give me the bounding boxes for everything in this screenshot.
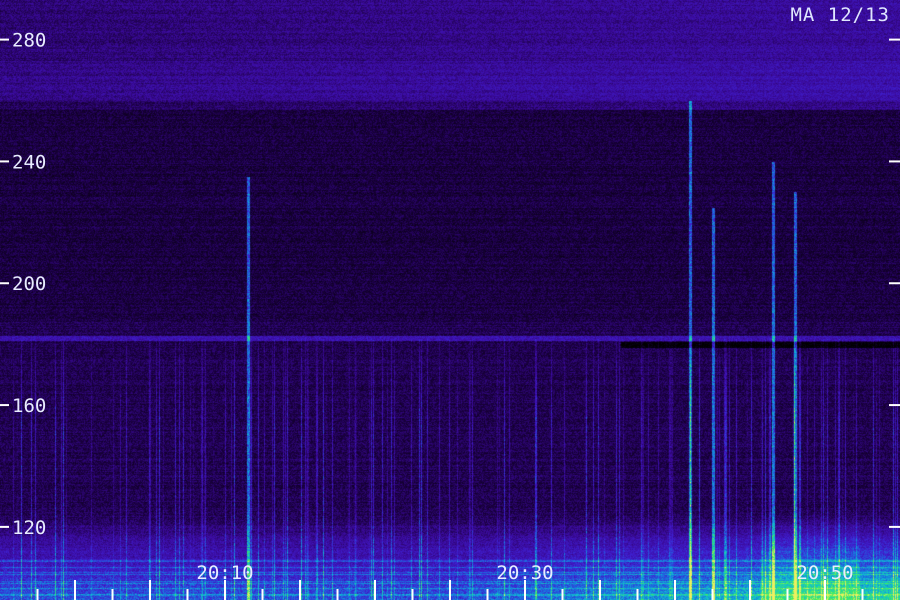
x-tick-label: 20:50: [796, 562, 853, 584]
y-tick-label: 240: [12, 151, 46, 173]
axes-overlay: 120 160 200 240 280 20:10 20:30 20:50: [0, 30, 900, 600]
y-tick-label: 120: [12, 517, 46, 539]
x-tick-label: 20:10: [196, 562, 253, 584]
y-tick-label: 200: [12, 273, 46, 295]
chart-title: MA 12/13: [790, 4, 890, 26]
x-tick-label: 20:30: [496, 562, 553, 584]
y-tick-label: 160: [12, 395, 46, 417]
y-tick-label: 280: [12, 30, 46, 52]
